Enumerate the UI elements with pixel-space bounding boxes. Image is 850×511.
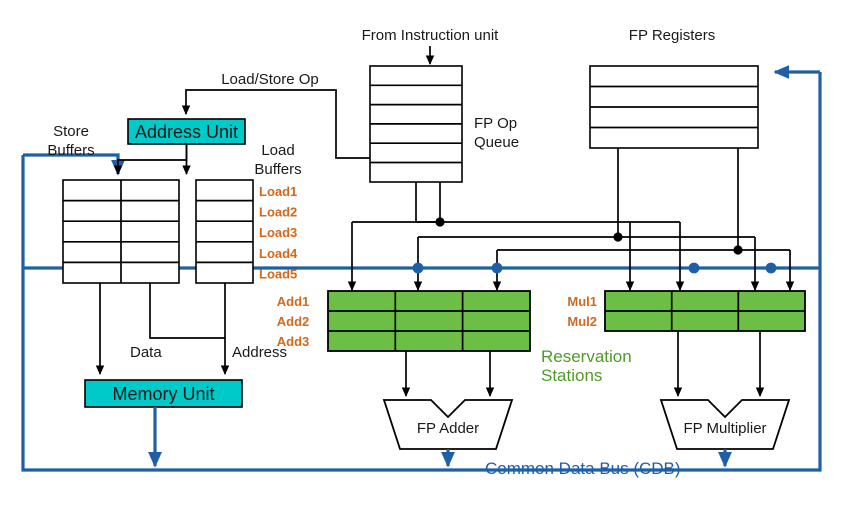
memory-unit: Memory Unit — [84, 379, 243, 408]
load-buffer-entry-label: Load4 — [259, 246, 298, 261]
fp-op-queue-issue-wire — [415, 182, 680, 223]
load-buffers-box — [195, 179, 254, 284]
mul-station-entry-label: Mul2 — [567, 314, 597, 329]
store-load-merge-wire — [149, 283, 225, 339]
add-station-entry-label: Add2 — [277, 314, 310, 329]
load-buffer-entry-label: Load2 — [259, 205, 297, 220]
store-buffers-table — [62, 179, 180, 284]
fp-op-queue-label-line1: FP Op — [474, 115, 517, 132]
mul-station-entry-label: Mul1 — [567, 294, 597, 309]
fp-registers: FP Registers — [589, 27, 759, 149]
diagram-canvas: From Instruction unit FP Op Queue FP Reg… — [21, 27, 822, 478]
load-buffer-entry-label: Load1 — [259, 184, 297, 199]
from-instruction-unit-label: From Instruction unit — [362, 27, 500, 44]
load-buffer-entry-label: Load3 — [259, 225, 297, 240]
address-unit: Address Unit — [127, 118, 246, 145]
fp-op-queue: FP Op Queue — [369, 65, 519, 183]
reservation-stations-label-line1: Reservation — [541, 347, 632, 366]
add-reservation-stations-box — [327, 290, 531, 352]
add-station-entry-label: Add1 — [277, 294, 310, 309]
load-buffers-table — [195, 179, 254, 284]
store-buffers-label-line2: Buffers — [47, 142, 94, 159]
reservation-stations-label-line2: Stations — [541, 366, 602, 385]
load-buffers-label-line1: Load — [261, 142, 294, 159]
data-label: Data — [130, 344, 162, 361]
memory-unit-label: Memory Unit — [112, 384, 214, 404]
tomasulo-architecture-diagram: From Instruction unit FP Op Queue FP Reg… — [0, 0, 850, 511]
cdb-tap-dot-mul1 — [688, 262, 700, 274]
cdb-tap-dot-add1 — [412, 262, 424, 274]
load-buffers-label-line2: Buffers — [254, 161, 301, 178]
store-buffers-label-line1: Store — [53, 123, 89, 140]
fp-registers-label: FP Registers — [629, 27, 715, 44]
address-unit-label: Address Unit — [135, 122, 238, 142]
address-unit-to-store-buffers-wire — [113, 144, 188, 176]
cdb-tap-dot-mul2 — [765, 262, 777, 274]
load-buffer-entry-label: Load5 — [259, 266, 297, 281]
fp-multiplier-label: FP Multiplier — [683, 420, 766, 437]
common-data-bus-label: Common Data Bus (CDB) — [485, 459, 681, 478]
fp-multiplier: FP Multiplier — [659, 399, 791, 450]
fp-op-queue-label-line2: Queue — [474, 134, 519, 151]
add-reservation-stations-table — [327, 290, 531, 352]
load-store-op-label: Load/Store Op — [221, 71, 319, 88]
cdb-tap-dot-add2 — [491, 262, 503, 274]
mul-reservation-stations-table — [604, 290, 806, 332]
add-station-entry-label: Add3 — [277, 334, 310, 349]
fp-adder-label: FP Adder — [417, 420, 479, 437]
fp-adder: FP Adder — [382, 399, 514, 450]
